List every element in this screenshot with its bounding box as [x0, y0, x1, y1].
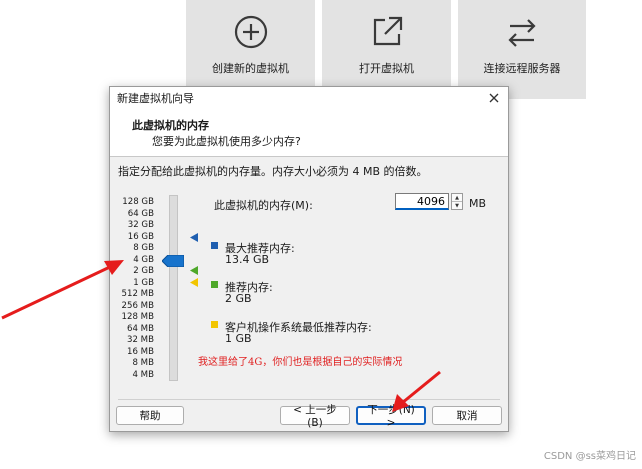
new-vm-wizard-dialog: 新建虚拟机向导 此虚拟机的内存 您要为此虚拟机使用多少内存? 指定分配给此虚拟机… [109, 86, 509, 432]
memory-scale-tick: 4 GB [133, 254, 154, 265]
memory-scale-tick: 4 MB [132, 369, 154, 380]
back-button[interactable]: < 上一步(B) [280, 404, 350, 429]
header-title: 此虚拟机的内存 [132, 119, 209, 132]
help-button[interactable]: 帮助 [116, 406, 184, 425]
max-recommended-marker [190, 233, 198, 242]
open-vm-tile[interactable]: 打开虚拟机 [322, 0, 451, 99]
create-new-vm-tile[interactable]: 创建新的虚拟机 [186, 0, 315, 99]
dialog-titlebar: 新建虚拟机向导 [110, 87, 508, 109]
memory-slider-track[interactable] [169, 195, 178, 381]
watermark: CSDN @ss菜鸡日记 [543, 451, 636, 462]
memory-scale-labels: 128 GB 64 GB 32 GB 16 GB 8 GB 4 GB 2 GB 1 GB 512… [116, 197, 154, 381]
memory-scale-tick: 512 MB [121, 289, 154, 299]
tile-label: 创建新的虚拟机 [212, 62, 289, 75]
memory-scale-tick: 32 MB [127, 335, 154, 345]
memory-scale-tick: 32 GB [127, 220, 154, 230]
memory-scale-tick: 8 GB [133, 243, 154, 253]
annotation-arrow-to-slider [1, 260, 124, 320]
dialog-header: 此虚拟机的内存 您要为此虚拟机使用多少内存? [110, 109, 508, 157]
memory-unit: MB [469, 197, 487, 210]
annotation-note: 我这里给了4G，你们也是根据自己的实际情况 [198, 357, 403, 368]
plus-circle-icon [234, 15, 267, 49]
tile-label: 连接远程服务器 [483, 62, 561, 75]
memory-scale-tick: 1 GB [133, 277, 154, 288]
close-icon[interactable] [486, 90, 502, 106]
divider [118, 399, 500, 400]
memory-scale-tick: 64 GB [127, 208, 154, 219]
connect-remote-server-tile[interactable]: 连接远程服务器 [458, 0, 586, 99]
memory-input[interactable] [395, 193, 449, 210]
cancel-button[interactable]: 取消 [432, 406, 502, 425]
tile-label: 打开虚拟机 [359, 62, 414, 75]
spin-down-icon[interactable]: ▼ [452, 201, 462, 209]
memory-field-label: 此虚拟机的内存(M): [214, 199, 313, 212]
memory-spinner[interactable]: ▲ ▼ [451, 193, 463, 210]
header-subtitle: 您要为此虚拟机使用多少内存? [152, 135, 301, 148]
green-square-icon [211, 281, 218, 288]
minimum-recommended-marker [190, 278, 198, 287]
blue-square-icon [211, 242, 218, 249]
memory-scale-tick: 128 GB [122, 197, 154, 207]
dialog-title: 新建虚拟机向导 [117, 92, 194, 105]
memory-scale-tick: 16 GB [127, 231, 154, 242]
memory-scale-tick: 128 MB [121, 312, 154, 322]
memory-scale-tick: 256 MB [121, 300, 154, 311]
next-button[interactable]: 下一步(N) > [356, 404, 426, 429]
memory-scale-tick: 16 MB [127, 346, 154, 357]
memory-scale-tick: 64 MB [127, 323, 154, 334]
recommended-marker [190, 266, 198, 275]
swap-arrows-icon [508, 19, 536, 47]
memory-scale-tick: 2 GB [133, 266, 154, 276]
spin-up-icon[interactable]: ▲ [452, 194, 462, 201]
memory-scale-tick: 8 MB [132, 358, 154, 368]
yellow-square-icon [211, 321, 218, 328]
memory-description: 指定分配给此虚拟机的内存量。内存大小必须为 4 MB 的倍数。 [118, 165, 428, 178]
open-external-icon [373, 16, 402, 46]
memory-slider-thumb[interactable] [162, 255, 184, 267]
